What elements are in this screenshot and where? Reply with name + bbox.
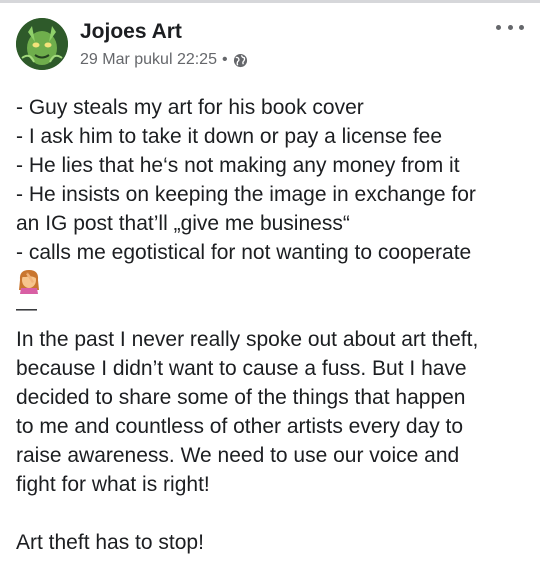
paragraph-line: fight for what is right! <box>16 473 210 496</box>
list-line: - I ask him to take it down or pay a lic… <box>16 125 443 148</box>
list-line: - Guy steals my art for his book cover <box>16 96 364 119</box>
paragraph-line: decided to share some of the things that… <box>16 386 466 409</box>
author-name[interactable]: Jojoes Art <box>80 20 182 44</box>
list-line: - He insists on keeping the image in exc… <box>16 183 476 206</box>
more-dot <box>519 24 524 30</box>
meta-separator: • <box>221 51 228 68</box>
avatar-artwork-icon <box>16 18 68 70</box>
paragraph-line: to me and countless of other artists eve… <box>16 415 464 438</box>
more-options-icon[interactable] <box>496 20 524 34</box>
list-line: an IG post that’ll „give me business“ <box>16 212 350 235</box>
closing-line: Art theft has to stop! <box>16 531 204 554</box>
post-meta: 29 Mar pukul 22:25 • <box>80 51 248 69</box>
list-line: - calls me egotistical for not wanting t… <box>16 241 472 264</box>
woman-facepalming-emoji-icon <box>19 270 39 294</box>
more-dot <box>496 24 501 30</box>
post-body: - Guy steals my art for his book cover -… <box>16 93 528 557</box>
timestamp[interactable]: 29 Mar pukul 22:25 <box>80 51 217 69</box>
post-header: Jojoes Art 29 Mar pukul 22:25 • <box>16 18 524 74</box>
avatar[interactable] <box>16 18 68 70</box>
list-line: - He lies that he‘s not making any money… <box>16 154 460 177</box>
globe-icon[interactable] <box>233 53 248 68</box>
paragraph-line: because I didn’t want to cause a fuss. B… <box>16 357 467 380</box>
top-divider <box>0 0 540 3</box>
paragraph-line: raise awareness. We need to use our voic… <box>16 444 460 467</box>
paragraph-line: In the past I never really spoke out abo… <box>16 328 479 351</box>
dash-separator: — <box>16 297 37 320</box>
more-dot <box>507 24 513 30</box>
